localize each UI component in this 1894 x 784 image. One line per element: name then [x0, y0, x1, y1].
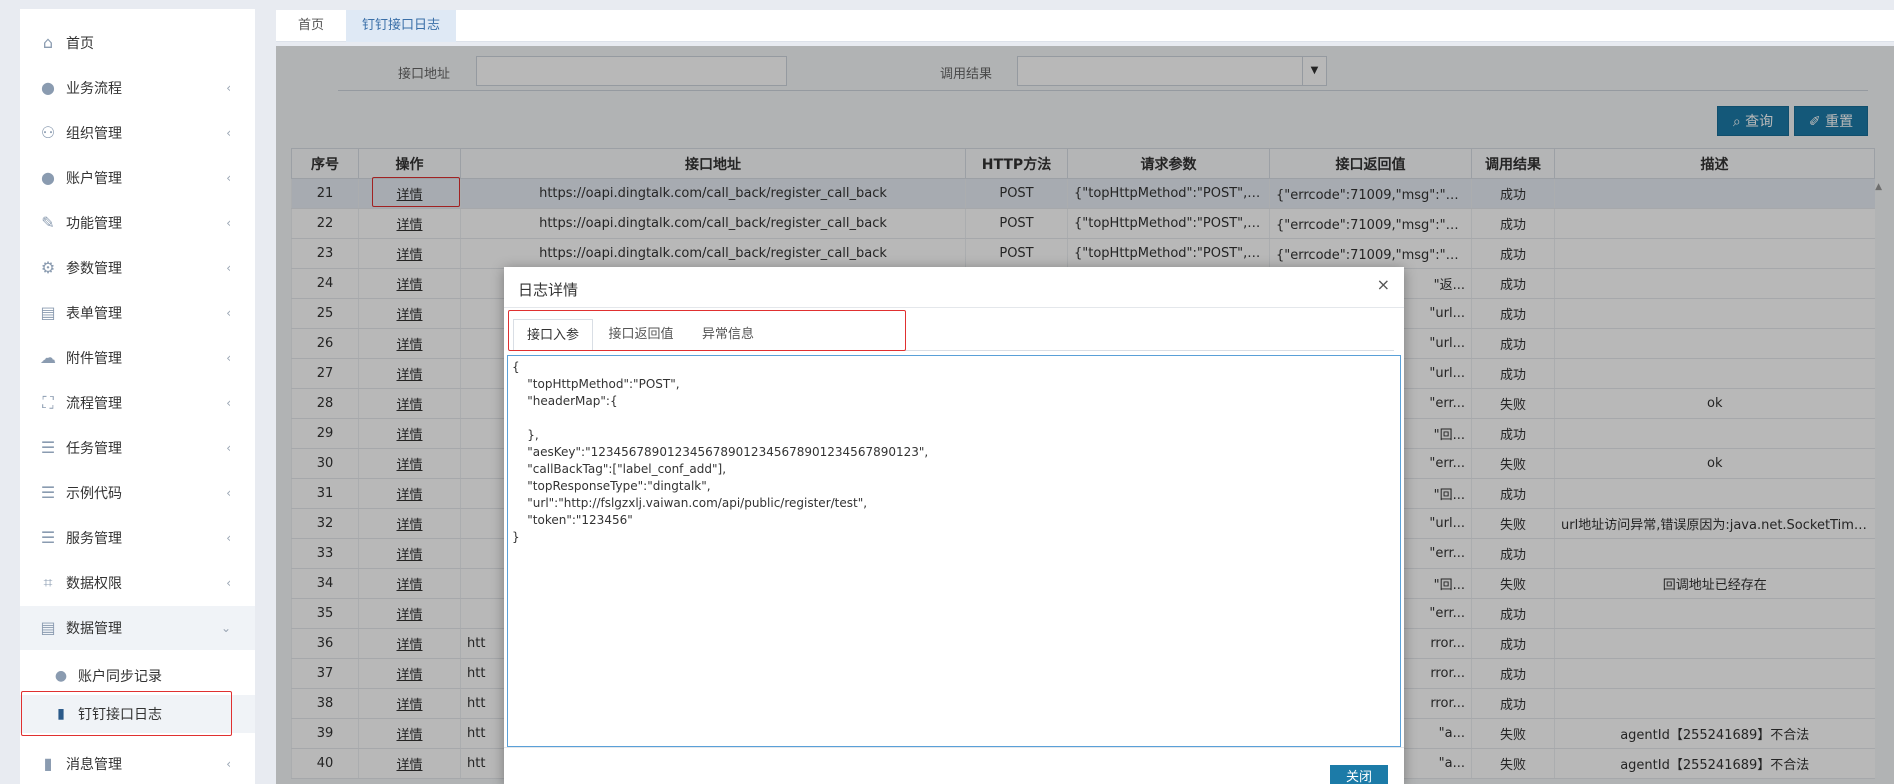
page-tabs: 首页 钉钉接口日志 — [276, 10, 1894, 42]
wrench-icon: ✎ — [41, 213, 55, 232]
tasks-icon: ☰ — [40, 438, 56, 457]
nav-item-label: 首页 — [66, 36, 94, 52]
nav-item-attachments[interactable]: ☁ 附件管理 ‹ — [20, 336, 255, 380]
nav-item-parameters[interactable]: ⚙ 参数管理 ‹ — [20, 246, 255, 290]
tab-dingtalk-log[interactable]: 钉钉接口日志 — [346, 10, 456, 42]
chevron-left-icon: ‹ — [226, 81, 231, 95]
nav-item-functions[interactable]: ✎ 功能管理 ‹ — [20, 201, 255, 245]
chevron-left-icon: ‹ — [226, 261, 231, 275]
chevron-left-icon: ‹ — [226, 757, 231, 771]
cloud-upload-icon: ☁ — [40, 348, 56, 367]
sub-item-label: 账户同步记录 — [78, 669, 162, 685]
nav-item-label: 功能管理 — [66, 216, 122, 232]
nav-item-forms[interactable]: ▤ 表单管理 ‹ — [20, 291, 255, 335]
database-icon: ▤ — [40, 618, 56, 637]
chevron-left-icon: ‹ — [226, 216, 231, 230]
gears-icon: ⚙ — [40, 258, 56, 277]
nav-item-services[interactable]: ☰ 服务管理 ‹ — [20, 516, 255, 560]
modal-title: 日志详情 — [518, 281, 579, 299]
home-icon: ⌂ — [42, 33, 54, 52]
tab-home[interactable]: 首页 — [276, 10, 346, 42]
active-item-highlight — [21, 691, 232, 736]
nav-item-home[interactable]: ⌂ 首页 — [20, 21, 255, 65]
user-icon: ● — [41, 78, 55, 97]
nav-item-label: 示例代码 — [66, 486, 122, 502]
nav-item-label: 账户管理 — [66, 171, 122, 187]
chevron-left-icon: ‹ — [226, 171, 231, 185]
nav-item-label: 服务管理 — [66, 531, 122, 547]
sidebar: ⌂ 首页 ● 业务流程 ‹ ⚇ 组织管理 ‹ ● 账户管理 ‹ ✎ 功能管理 ‹… — [20, 9, 255, 784]
nav-item-label: 任务管理 — [66, 441, 122, 457]
chevron-down-icon: ⌄ — [220, 621, 231, 635]
nav-item-data-management[interactable]: ▤ 数据管理 ⌄ — [20, 606, 255, 650]
users-group-icon: ⚇ — [40, 123, 56, 142]
chevron-left-icon: ‹ — [226, 531, 231, 545]
nav-item-label: 数据管理 — [66, 621, 122, 637]
nav-item-label: 表单管理 — [66, 306, 122, 322]
nav-item-data-permissions[interactable]: ⌗ 数据权限 ‹ — [20, 561, 255, 605]
close-button[interactable]: 关闭 — [1330, 765, 1388, 784]
form-icon: ▤ — [40, 303, 56, 322]
nav-item-label: 业务流程 — [66, 81, 122, 97]
log-detail-modal: 日志详情 × 接口入参 接口返回值 异常信息 { "topHttpMethod"… — [504, 267, 1404, 784]
user-icon: ● — [41, 168, 55, 187]
nav-item-label: 流程管理 — [66, 396, 122, 412]
chevron-left-icon: ‹ — [226, 126, 231, 140]
nav-item-label: 附件管理 — [66, 351, 122, 367]
user-icon: ● — [54, 668, 68, 684]
modal-footer: 关闭 — [504, 747, 1404, 784]
nav-item-workflow[interactable]: ⛶ 流程管理 ‹ — [20, 381, 255, 425]
nav-item-label: 组织管理 — [66, 126, 122, 142]
server-icon: ☰ — [40, 483, 56, 502]
chevron-left-icon: ‹ — [226, 486, 231, 500]
tabs-highlight — [508, 310, 906, 351]
nav-item-label: 数据权限 — [66, 576, 122, 592]
nav-item-tasks[interactable]: ☰ 任务管理 ‹ — [20, 426, 255, 470]
chevron-left-icon: ‹ — [226, 351, 231, 365]
chevron-left-icon: ‹ — [226, 306, 231, 320]
divider — [504, 307, 1404, 308]
nav-item-messages[interactable]: ▮ 消息管理 ‹ — [20, 742, 255, 784]
nav-item-organization[interactable]: ⚇ 组织管理 ‹ — [20, 111, 255, 155]
request-params-content[interactable]: { "topHttpMethod":"POST", "headerMap":{ … — [507, 355, 1401, 747]
nav-item-label: 参数管理 — [66, 261, 122, 277]
chevron-left-icon: ‹ — [226, 396, 231, 410]
nav-item-label: 消息管理 — [66, 757, 122, 773]
chevron-left-icon: ‹ — [226, 441, 231, 455]
book-icon: ▮ — [43, 754, 53, 773]
nav-item-sample-code[interactable]: ☰ 示例代码 ‹ — [20, 471, 255, 515]
crop-icon: ⌗ — [43, 573, 53, 592]
nav-item-accounts[interactable]: ● 账户管理 ‹ — [20, 156, 255, 200]
chevron-left-icon: ‹ — [226, 576, 231, 590]
server-icon: ☰ — [40, 528, 56, 547]
close-icon[interactable]: × — [1377, 275, 1390, 294]
sub-item-account-sync[interactable]: ● 账户同步记录 — [20, 657, 255, 695]
nav-item-business-flow[interactable]: ● 业务流程 ‹ — [20, 66, 255, 110]
sitemap-icon: ⛶ — [42, 393, 54, 412]
